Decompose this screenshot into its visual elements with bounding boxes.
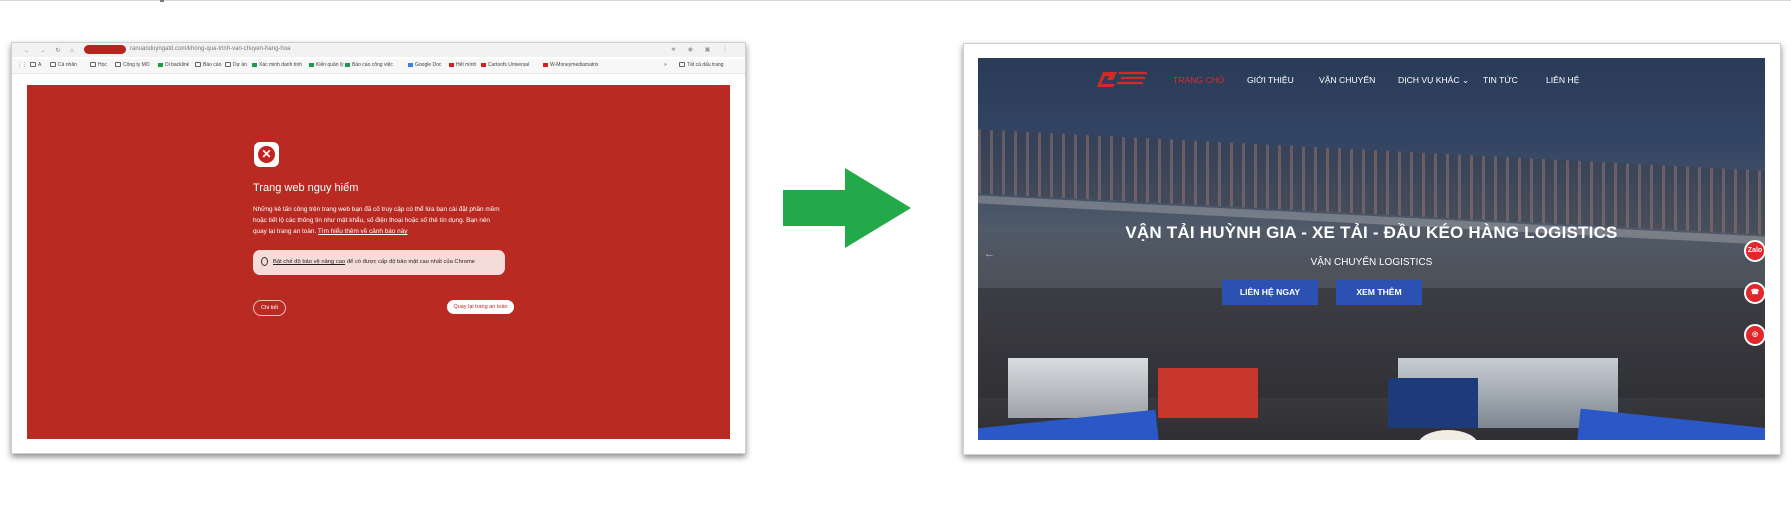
bookmark-item[interactable]: Báo cáo công việc: [345, 62, 393, 68]
bookmark-item[interactable]: Học: [90, 62, 107, 68]
bookmark-item[interactable]: Cá nhân: [50, 62, 77, 68]
bookmark-item[interactable]: Báo cáo: [195, 62, 221, 68]
details-button[interactable]: Chi tiết: [253, 300, 286, 316]
address-bar[interactable]: ranuanduyngatd.com/khong-qua-trinh-van-c…: [130, 46, 290, 52]
bookmark-item[interactable]: Xác minh danh tính: [252, 62, 302, 68]
website-hero: TRANG CHỦ GIỚI THIỆU VẬN CHUYỂN DỊCH VỤ …: [978, 58, 1765, 440]
danger-x-icon: ✕: [254, 142, 279, 167]
zalo-icon[interactable]: Zalo: [1744, 240, 1765, 262]
enhanced-protection-box: Bật chế độ bảo vệ nâng cao để có được cấ…: [253, 250, 505, 275]
top-mark: [160, 0, 164, 2]
truck-image: [1008, 358, 1148, 418]
before-screenshot: ← → ↻ ⌂ ranuanduyngatd.com/khong-qua-tri…: [11, 42, 746, 454]
truck-image: [1158, 368, 1258, 418]
nav-shipping[interactable]: VẬN CHUYỂN: [1319, 75, 1375, 85]
apps-icon[interactable]: ⋮⋮: [17, 62, 27, 68]
chevron-down-icon: ⌄: [1462, 75, 1470, 85]
top-border: [0, 0, 1791, 1]
nav-about[interactable]: GIỚI THIỆU: [1247, 75, 1294, 85]
back-to-safety-button[interactable]: Quay lại trang an toàn: [447, 300, 514, 314]
warning-body: Những kẻ tấn công trên trang web bạn đã …: [253, 206, 500, 235]
nav-buttons-icon[interactable]: ← → ↻ ⌂: [24, 47, 78, 54]
bookmark-item[interactable]: W-Moneymediamatrix: [543, 62, 599, 68]
all-bookmarks[interactable]: Tất cả dấu trang: [679, 62, 723, 68]
learn-more-link[interactable]: Tìm hiểu thêm về cảnh báo này: [318, 228, 408, 235]
browser-toolbar: ← → ↻ ⌂ ranuanduyngatd.com/khong-qua-tri…: [12, 43, 745, 57]
bookmark-item[interactable]: Cartoofs Universal: [481, 62, 529, 68]
truck-image: [1388, 378, 1478, 428]
hero-subtitle: VẬN CHUYỂN LOGISTICS: [1310, 257, 1433, 268]
nav-other-services[interactable]: DỊCH VỤ KHÁC ⌄: [1398, 75, 1469, 86]
bookmark-item[interactable]: Kiến quản lý: [309, 62, 344, 68]
dangerous-site-badge[interactable]: [84, 45, 126, 54]
nav-news[interactable]: TIN TỨC: [1483, 75, 1518, 85]
bookmark-item[interactable]: Di backlink: [158, 62, 189, 68]
right-arrow-icon: [783, 168, 911, 248]
phone-icon[interactable]: ☎: [1744, 282, 1765, 304]
bookmark-item[interactable]: Hết mình: [449, 62, 476, 68]
hero-title: VẬN TẢI HUỲNH GIA - XE TẢI - ĐẦU KÉO HÀN…: [1125, 223, 1618, 242]
enhanced-protection-link[interactable]: Bật chế độ bảo vệ nâng cao: [273, 259, 345, 265]
toolbar-icons[interactable]: ★ ◉ ▣ ⋮: [671, 46, 733, 53]
more-bookmarks-icon[interactable]: »: [664, 62, 667, 68]
bookmark-item[interactable]: Google Doc: [408, 62, 441, 68]
site-logo[interactable]: [1095, 68, 1151, 90]
after-screenshot: TRANG CHỦ GIỚI THIỆU VẬN CHUYỂN DỊCH VỤ …: [963, 43, 1781, 455]
nav-contact[interactable]: LIÊN HỆ: [1546, 75, 1579, 85]
bookmark-item[interactable]: Công ty MO: [115, 62, 150, 68]
bookmarks-bar: ⋮⋮ A Cá nhân Học Công ty MO Di backlink …: [12, 59, 745, 74]
bulb-icon: [261, 257, 268, 266]
bookmark-item[interactable]: Dự án: [225, 62, 247, 68]
warning-title: Trang web nguy hiểm: [253, 182, 359, 194]
danger-warning-page: ✕ Trang web nguy hiểm Những kẻ tấn công …: [27, 85, 730, 439]
see-more-button[interactable]: XEM THÊM: [1336, 280, 1422, 305]
bottom-logo: [1418, 430, 1478, 440]
bookmark-item[interactable]: A: [30, 62, 41, 68]
contact-now-button[interactable]: LIÊN HỆ NGAY: [1222, 280, 1318, 305]
nav-home[interactable]: TRANG CHỦ: [1173, 75, 1224, 85]
messenger-icon[interactable]: ◎: [1744, 324, 1765, 346]
